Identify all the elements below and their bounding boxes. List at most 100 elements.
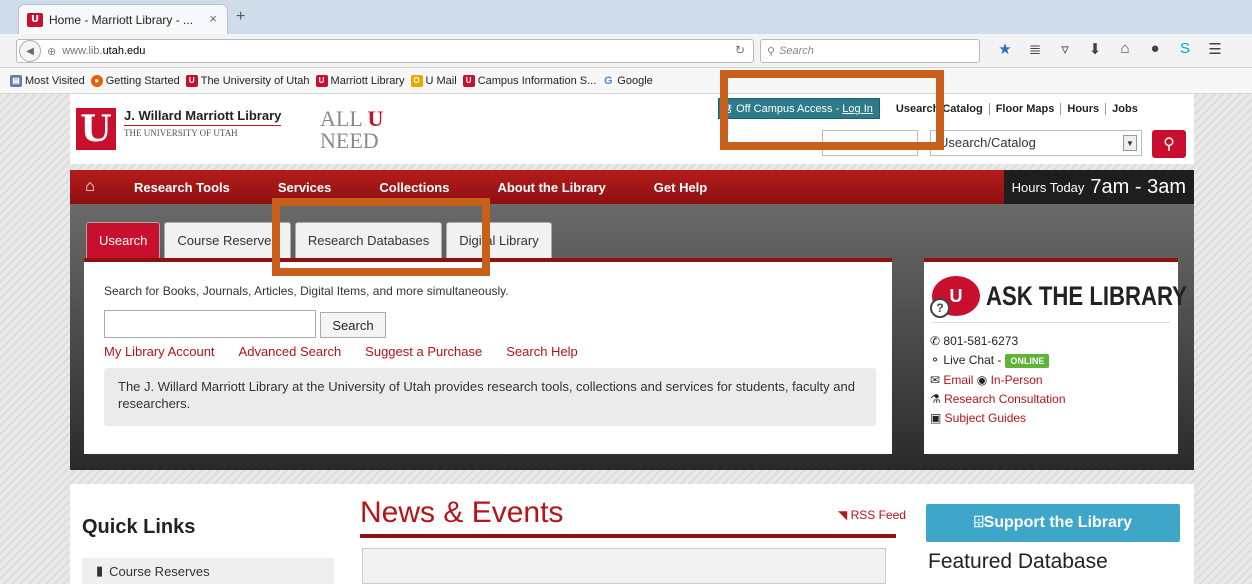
bookmark-campus-information[interactable]: U Campus Information S... (462, 74, 596, 87)
usearch-input[interactable] (104, 310, 316, 338)
bookmark-icon: ▮ (96, 563, 104, 578)
bookmark-marriott-library[interactable]: U Marriott Library (315, 74, 405, 87)
hours-value: 7am - 3am (1090, 175, 1186, 198)
nav-get-help[interactable]: Get Help (630, 180, 731, 195)
bookmark-university-of-utah[interactable]: U The University of Utah (185, 74, 310, 87)
bookmarks-toolbar: ▤ Most Visited ● Getting Started U The Univ… (0, 68, 1252, 94)
news-image[interactable] (362, 548, 886, 584)
utah-u-logo-icon: U (76, 108, 116, 150)
live-chat-link[interactable]: Live Chat - (943, 353, 1001, 367)
search-placeholder: Search (779, 45, 814, 57)
ask-header: U? ASK THE LIBRARY (930, 276, 1231, 318)
home-icon[interactable]: ⌂ (1110, 40, 1140, 58)
nav-services[interactable]: Services (254, 180, 356, 195)
browser-window: U Home - Marriott Library - ... × + ◀ ⊕ … (0, 0, 1252, 584)
globe-icon: ⊕ (47, 45, 57, 58)
link-suggest-purchase[interactable]: Suggest a Purchase (365, 344, 482, 359)
bookmark-u-mail[interactable]: OU Mail (410, 74, 457, 87)
quick-links-title: Quick Links (82, 516, 196, 538)
url-domain: utah.edu (102, 45, 146, 57)
bookmarks-list-icon[interactable]: ≣ (1020, 40, 1050, 58)
tagline-need: NEED (320, 128, 379, 153)
consultation-link[interactable]: Research Consultation (944, 392, 1065, 406)
news-title: News & Events (360, 496, 564, 529)
search-description: Search for Books, Journals, Articles, Di… (104, 284, 509, 298)
search-icon: ⚲ (767, 45, 776, 58)
url-prefix: www.lib. (62, 45, 103, 57)
bookmark-label: Marriott Library (330, 74, 405, 87)
nav-about-library[interactable]: About the Library (473, 180, 629, 195)
lower-content: Quick Links ▮ Course Reserves News & Eve… (70, 484, 1194, 584)
catalog-select[interactable]: Usearch/Catalog ▼ (930, 130, 1142, 156)
url-bar[interactable]: ◀ ⊕ www.lib. utah.edu ↻ (16, 39, 754, 63)
bookmark-getting-started[interactable]: ● Getting Started (90, 74, 180, 87)
flask-icon: ⚗ (930, 392, 945, 406)
chat-icon: ⚬ (930, 353, 944, 367)
question-icon: ? (930, 298, 950, 318)
library-info: The J. Willard Marriott Library at the U… (104, 368, 876, 426)
phone-number: 801-581-6273 (943, 334, 1019, 348)
chevron-down-icon: ▼ (1123, 135, 1137, 151)
tab-usearch[interactable]: Usearch (86, 222, 161, 258)
chat-icon[interactable]: ● (1140, 40, 1170, 58)
support-library-button[interactable]: ⌹ Support the Library (926, 504, 1180, 542)
pocket-icon[interactable]: ▿ (1050, 40, 1080, 58)
back-arrow-icon[interactable]: ◀ (19, 40, 41, 62)
usearch-panel: Search for Books, Journals, Articles, Di… (84, 258, 892, 454)
link-my-library-account[interactable]: My Library Account (104, 344, 215, 359)
bookmark-star-icon[interactable]: ★ (990, 40, 1020, 58)
rss-icon: ◥ (838, 508, 851, 522)
subject-guides-link[interactable]: Subject Guides (945, 411, 1026, 425)
bookmark-label: Getting Started (105, 74, 180, 87)
browser-tab[interactable]: U Home - Marriott Library - ... × (18, 4, 228, 34)
menu-icon[interactable]: ☰ (1200, 40, 1230, 58)
tab-title: Home - Marriott Library - ... (49, 12, 194, 27)
skype-icon[interactable]: S (1170, 40, 1200, 58)
usearch-button[interactable]: Search (320, 312, 386, 338)
rss-label: RSS Feed (850, 508, 906, 522)
rss-feed-link[interactable]: ◥ RSS Feed (838, 508, 906, 522)
link-advanced-search[interactable]: Advanced Search (239, 344, 342, 359)
link-search-help[interactable]: Search Help (506, 344, 578, 359)
search-links: My Library Account Advanced Search Sugge… (104, 344, 578, 359)
quick-link-course-reserves[interactable]: ▮ Course Reserves (82, 558, 334, 584)
top-link-jobs[interactable]: Jobs (1105, 102, 1144, 115)
home-icon[interactable]: ⌂ (70, 178, 110, 196)
quick-link-label: Course Reserves (109, 563, 210, 579)
in-person-link[interactable]: In-Person (991, 373, 1043, 387)
close-tab-icon[interactable]: × (209, 11, 217, 26)
eye-icon: ◉ (976, 373, 991, 387)
nav-collections[interactable]: Collections (355, 180, 473, 195)
reload-icon[interactable]: ↻ (735, 43, 745, 57)
featured-database-title: Featured Database (928, 550, 1108, 573)
site-search-button[interactable]: ⚲ (1152, 130, 1186, 158)
site-header: U J. Willard Marriott Library THE UNIVER… (70, 94, 1194, 164)
hours-today[interactable]: Hours Today 7am - 3am (1003, 170, 1194, 204)
browser-nav-bar: ◀ ⊕ www.lib. utah.edu ↻ ⚲ Search ★ ≣ ▿ ⬇ … (0, 34, 1252, 68)
bookmark-most-visited[interactable]: ▤ Most Visited (10, 74, 85, 87)
gift-icon: ⌹ (973, 514, 984, 531)
guide-icon: ▣ (930, 411, 945, 425)
bookmark-google[interactable]: G Google (602, 74, 653, 87)
library-logo[interactable]: U J. Willard Marriott Library THE UNIVER… (76, 108, 282, 150)
support-label: Support the Library (983, 514, 1133, 531)
library-name: J. Willard Marriott Library (124, 108, 282, 126)
browser-search-input[interactable]: ⚲ Search (760, 39, 980, 63)
search-icon: ⚲ (1163, 136, 1175, 153)
browser-tab-bar: U Home - Marriott Library - ... × + (0, 0, 1252, 34)
bookmark-label: Google (617, 74, 653, 87)
envelope-icon: ✉ (930, 373, 944, 387)
utah-u-icon: U (27, 12, 43, 27)
download-icon[interactable]: ⬇ (1080, 40, 1110, 58)
firefox-icon: ● (90, 74, 103, 87)
ask-contact-list: ✆ 801-581-6273 ⚬ Live Chat - ONLINE ✉ Ema… (930, 332, 1066, 428)
top-link-hours[interactable]: Hours (1060, 102, 1105, 115)
top-link-floor-maps[interactable]: Floor Maps (988, 102, 1061, 115)
outlook-icon: O (410, 74, 423, 87)
nav-research-tools[interactable]: Research Tools (110, 180, 254, 195)
bookmark-label: U Mail (425, 74, 457, 87)
email-link[interactable]: Email (943, 373, 973, 387)
new-tab-button[interactable]: + (236, 8, 245, 26)
web-page: U J. Willard Marriott Library THE UNIVER… (0, 94, 1252, 584)
university-name: THE UNIVERSITY OF UTAH (124, 128, 238, 138)
